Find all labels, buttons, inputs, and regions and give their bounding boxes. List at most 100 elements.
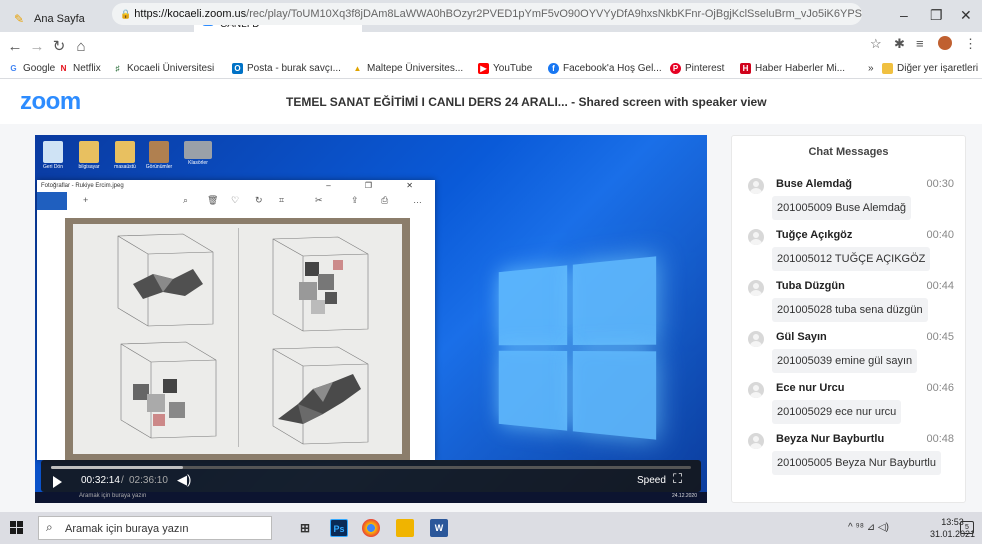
- photo-canvas: [37, 210, 435, 460]
- user-avatar-icon: [748, 331, 764, 347]
- chat-timestamp: 00:40: [926, 229, 954, 241]
- add-icon[interactable]: +: [83, 195, 88, 205]
- other-bookmarks[interactable]: Diğer yer işaretleri: [882, 63, 978, 74]
- more-icon[interactable]: …: [413, 195, 422, 205]
- notification-icon[interactable]: 5: [960, 521, 974, 534]
- crop-icon[interactable]: ⌗: [279, 195, 284, 206]
- chat-text: 201005039 emine gül sayın: [772, 349, 918, 373]
- forward-icon[interactable]: →: [26, 38, 48, 55]
- bookmark-haber[interactable]: H Haber Haberler Mi...: [740, 63, 845, 74]
- photos-title-bar: Fotoğraflar - Rukiye Ercim.jpeg – ❐ ✕: [37, 180, 435, 192]
- menu-icon[interactable]: ⋮: [964, 36, 977, 52]
- user-avatar-icon: [748, 229, 764, 245]
- close-window-icon[interactable]: ✕: [960, 7, 972, 24]
- extension-icon[interactable]: ✱: [894, 36, 905, 52]
- home-icon[interactable]: ⌂: [70, 38, 92, 55]
- pinterest-icon: P: [670, 63, 681, 74]
- tab-title: Ana Sayfa: [34, 12, 85, 25]
- outlook-icon: O: [232, 63, 243, 74]
- chrome-icon[interactable]: [362, 519, 380, 537]
- zoom-icon[interactable]: ⌕: [183, 195, 188, 206]
- edit-icon[interactable]: ✂: [315, 195, 323, 206]
- back-icon[interactable]: ←: [4, 38, 26, 55]
- bookmark-facebook[interactable]: f Facebook'a Hoş Gel...: [548, 63, 662, 74]
- video-player[interactable]: Geri Dön bilgisayar masaüstü Görünümler …: [35, 135, 707, 503]
- facebook-icon: f: [548, 63, 559, 74]
- taskbar-search-input[interactable]: ⌕ Aramak için buraya yazın: [38, 516, 272, 540]
- heart-icon[interactable]: ♡: [231, 195, 239, 206]
- photos-window-controls[interactable]: – ❐ ✕: [326, 181, 429, 190]
- cube-drawings: [117, 233, 369, 445]
- chat-sender: Tuba Düzgün: [776, 280, 845, 292]
- chat-title: Chat Messages: [808, 146, 889, 158]
- word-icon[interactable]: W: [430, 519, 448, 537]
- chat-message: Beyza Nur Bayburtlu 00:48 201005005 Beyza …: [742, 429, 960, 489]
- photoshop-icon[interactable]: Ps: [330, 519, 348, 537]
- profile-avatar[interactable]: [938, 36, 952, 50]
- fullscreen-icon[interactable]: ⛶: [673, 471, 682, 487]
- windows-start-icon[interactable]: [10, 521, 24, 535]
- photos-app-window[interactable]: Fotoğraflar - Rukiye Ercim.jpeg – ❐ ✕ + …: [37, 180, 435, 460]
- chat-text: 201005029 ece nur urcu: [772, 400, 902, 424]
- progress-bar[interactable]: [51, 466, 691, 469]
- lock-icon: 🔒: [120, 9, 132, 19]
- haber-icon: H: [740, 63, 751, 74]
- bookmark-google[interactable]: G Google: [8, 63, 55, 74]
- bookmark-kocaeli[interactable]: ♯ Kocaeli Üniversitesi: [112, 63, 215, 74]
- user-avatar-icon: [748, 178, 764, 194]
- task-view-icon[interactable]: ⊞: [296, 519, 314, 537]
- desktop-folder-icon[interactable]: masaüstü: [113, 141, 137, 173]
- folder-icon: [882, 63, 893, 74]
- play-icon[interactable]: [53, 476, 62, 488]
- desktop-image-icon[interactable]: Klasörler: [183, 141, 213, 173]
- more-bookmarks[interactable]: »: [868, 63, 874, 74]
- bookmark-youtube[interactable]: ▶ YouTube: [478, 63, 532, 74]
- bookmark-netflix[interactable]: N Netflix: [58, 63, 101, 74]
- user-avatar-icon: [748, 433, 764, 449]
- desktop-photo-icon[interactable]: Görünümler: [146, 141, 172, 173]
- progress-fill: [51, 466, 183, 469]
- minimize-icon[interactable]: –: [900, 7, 908, 23]
- url-path: /rec/play/ToUM10Xq3f8jDAm8LaWWA0hBOzyr2P…: [246, 8, 862, 20]
- chat-sender: Gül Sayın: [776, 331, 827, 343]
- bookmark-outlook[interactable]: O Posta - burak savçı...: [232, 63, 341, 74]
- address-bar[interactable]: 🔒 https://kocaeli.zoom.us/rec/play/ToUM1…: [112, 3, 862, 25]
- recycle-bin-icon[interactable]: Geri Dön: [41, 141, 65, 173]
- desktop-file-icon[interactable]: bilgisayar: [77, 141, 101, 173]
- zoom-header: zoom TEMEL SANAT EĞİTİMİ I CANLI DERS 24…: [0, 80, 982, 124]
- share-icon[interactable]: ⇪: [351, 195, 359, 206]
- chat-timestamp: 00:44: [926, 280, 954, 292]
- print-icon[interactable]: ⎙: [381, 195, 388, 206]
- chat-timestamp: 00:46: [926, 382, 954, 394]
- file-explorer-icon[interactable]: [396, 519, 414, 537]
- user-avatar-icon: [748, 280, 764, 296]
- reload-icon[interactable]: ↻: [48, 37, 70, 55]
- search-icon: ⌕: [46, 520, 53, 534]
- artwork-photo: [65, 218, 410, 460]
- url-host: https://kocaeli.zoom.us: [134, 8, 247, 20]
- netflix-icon: N: [60, 64, 67, 73]
- pencil-icon: ✎: [14, 11, 25, 26]
- browser-toolbar: ← → ↻ ⌂: [0, 32, 982, 60]
- chat-panel: Chat Messages Buse Alemdağ 00:30 201005009…: [731, 135, 966, 503]
- kocaeli-icon: ♯: [115, 64, 120, 73]
- bookmark-pinterest[interactable]: P Pinterest: [670, 63, 724, 74]
- reading-list-icon[interactable]: ≡: [916, 36, 924, 51]
- system-tray[interactable]: ^ ⁹⁸ ⊿ ◁): [848, 522, 889, 533]
- user-avatar-icon: [748, 382, 764, 398]
- speed-button[interactable]: Speed: [637, 475, 666, 486]
- bookmark-maltepe[interactable]: ▲ Maltepe Üniversites...: [352, 63, 464, 74]
- drawing-paper: [73, 224, 402, 454]
- delete-icon[interactable]: 🗑: [207, 195, 218, 206]
- chat-sender: Tuğçe Açıkgöz: [776, 229, 853, 241]
- rotate-icon[interactable]: ↻: [255, 195, 263, 206]
- chat-sender: Buse Alemdağ: [776, 178, 853, 190]
- current-time: 00:32:14: [81, 475, 120, 486]
- restore-icon[interactable]: ❐: [930, 7, 943, 24]
- back-icon[interactable]: [37, 192, 67, 210]
- zoom-logo[interactable]: zoom: [20, 88, 81, 116]
- maltepe-icon: ▲: [353, 64, 362, 73]
- star-icon[interactable]: ☆: [870, 36, 882, 52]
- photos-toolbar: + ⌕ 🗑 ♡ ↻ ⌗ ✂ ⇪ ⎙ …: [37, 192, 435, 210]
- volume-icon[interactable]: ◀): [177, 472, 191, 488]
